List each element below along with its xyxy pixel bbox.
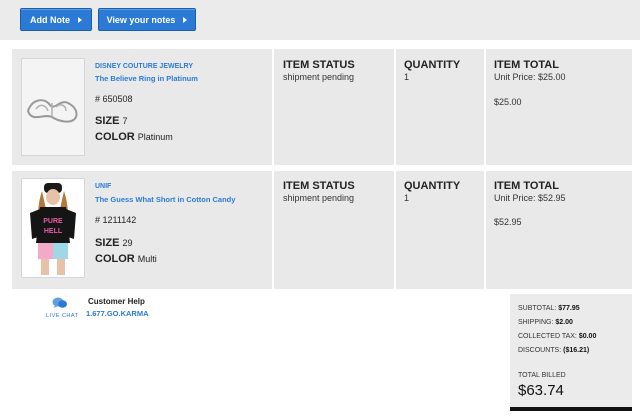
order-item-row: DISNEY COUTURE JEWELRY The Believe Ring … [12,49,632,165]
size-value: 7 [122,116,128,126]
column-divider [484,49,486,165]
item-total-header: ITEM TOTAL [494,59,559,71]
shipping-value: $2.00 [555,319,573,326]
subtotal-label: SUBTOTAL: [518,305,557,312]
item-status-header: ITEM STATUS [283,59,355,71]
ring-image [22,59,84,155]
product-name-link[interactable]: The Guess What Short in Cotton Candy [95,195,235,204]
color-label: COLOR [95,253,135,265]
add-note-label: Add Note [30,14,70,25]
svg-text:HELL: HELL [44,228,63,235]
product-color: COLOR Platinum [95,131,173,143]
view-notes-label: View your notes [106,14,176,25]
column-divider [272,49,274,165]
item-total-value: $25.00 [494,97,522,107]
product-size: SIZE 29 [95,237,132,249]
product-brand-link[interactable]: DISNEY COUTURE JEWELRY [95,63,193,70]
shipping-line: SHIPPING: $2.00 [518,319,573,326]
quantity-value: 1 [404,193,410,203]
column-divider [394,49,396,165]
play-arrow-icon [183,16,188,23]
subtotal-line: SUBTOTAL: $77.95 [518,305,580,312]
quantity-header: QUANTITY [404,59,461,71]
quantity-header: QUANTITY [404,180,461,192]
column-divider [272,171,274,289]
item-total-header: ITEM TOTAL [494,180,559,192]
product-name-link[interactable]: The Believe Ring in Platinum [95,74,198,83]
product-brand-link[interactable]: UNIF [95,183,111,190]
size-label: SIZE [95,237,120,249]
order-summary: SUBTOTAL: $77.95 SHIPPING: $2.00 COLLECT… [510,294,632,411]
product-sku: # 650508 [95,94,133,104]
color-label: COLOR [95,131,135,143]
product-color: COLOR Multi [95,253,157,265]
tax-label: COLLECTED TAX: [518,333,577,340]
model-image: PURE HELL [22,179,84,277]
unit-price: Unit Price: $25.00 [494,72,566,82]
product-size: SIZE 7 [95,115,127,127]
column-divider [394,171,396,289]
live-chat-link[interactable]: LIVE CHAT [46,313,79,319]
item-status-value: shipment pending [283,193,355,203]
item-total-value: $52.95 [494,217,522,227]
product-image[interactable] [21,58,85,156]
customer-help-phone[interactable]: 1.677.GO.KARMA [86,309,149,318]
play-arrow-icon [78,16,82,23]
add-note-button[interactable]: Add Note [20,8,92,31]
discounts-value: ($16.21) [563,347,590,354]
total-billed-value: $63.74 [518,382,564,399]
tax-value: $0.00 [578,333,597,340]
size-value: 29 [122,238,133,248]
product-sku: # 1211142 [95,215,137,225]
column-divider [484,171,486,289]
item-status-header: ITEM STATUS [283,180,355,192]
color-value: Multi [137,254,157,264]
view-notes-button[interactable]: View your notes [98,8,196,31]
toolbar: Add Note View your notes [0,0,640,40]
quantity-value: 1 [404,72,410,82]
size-label: SIZE [95,115,120,127]
shipping-label: SHIPPING: [518,319,554,326]
color-value: Platinum [137,132,173,142]
unit-price: Unit Price: $52.95 [494,193,566,203]
total-billed-label: TOTAL BILLED [518,372,566,379]
item-status-value: shipment pending [283,72,355,82]
order-item-row: PURE HELL UNIF The Guess What Short in C… [12,171,632,289]
customer-help-title: Customer Help [88,297,145,306]
product-image[interactable]: PURE HELL [21,178,85,278]
discounts-label: DISCOUNTS: [518,347,562,354]
svg-text:PURE: PURE [43,218,63,225]
discounts-line: DISCOUNTS: ($16.21) [518,347,589,354]
tax-line: COLLECTED TAX: $0.00 [518,333,596,340]
subtotal-value: $77.95 [558,305,580,312]
